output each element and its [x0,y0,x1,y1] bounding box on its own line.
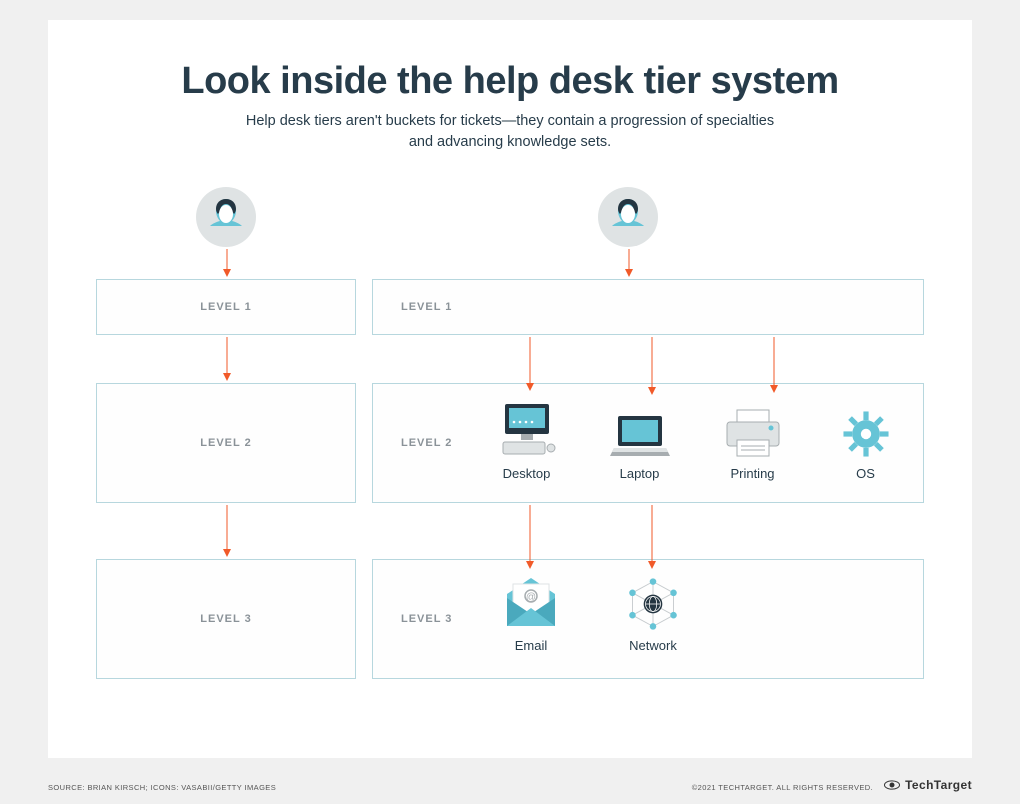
subtitle-line-1: Help desk tiers aren't buckets for ticke… [246,113,774,129]
left-level-3-label: LEVEL 3 [200,613,251,625]
techtarget-logo: TechTarget [883,778,972,792]
arrow-down-icon [526,337,528,391]
page-subtitle: Help desk tiers aren't buckets for ticke… [48,111,972,153]
subtitle-line-2: and advancing knowledge sets. [409,134,611,150]
arrow-down-icon [648,505,650,569]
right-level-2-label: LEVEL 2 [401,437,452,449]
left-level-2-label: LEVEL 2 [200,437,251,449]
network-label: Network [601,638,705,653]
left-level-2-box: LEVEL 2 [96,383,356,503]
desktop-icon [497,400,557,460]
email-label: Email [479,638,583,653]
laptop-icon [610,414,670,460]
right-level-1-label: LEVEL 1 [401,301,452,313]
logo-text: TechTarget [905,778,972,792]
os-label: OS [818,466,913,481]
network-item: Network [601,576,705,653]
diagram-area: LEVEL 1 LEVEL 2 LEVEL 3 LEVEL 1 LEVEL 2 [48,183,972,743]
right-level-3-box: LEVEL 3 @ Email [372,559,924,679]
page-title: Look inside the help desk tier system [48,20,972,103]
right-level-2-box: LEVEL 2 Desktop [372,383,924,503]
right-level-3-label: LEVEL 3 [401,613,452,625]
arrow-down-icon [770,337,772,393]
user-avatar-right [598,187,658,247]
arrow-down-icon [223,249,225,277]
user-avatar-left [196,187,256,247]
level-2-items: Desktop Laptop [479,400,913,481]
arrow-down-icon [526,505,528,569]
footer-source: SOURCE: BRIAN KIRSCH; ICONS: VASABII/GET… [48,783,276,792]
level-3-items: @ Email [479,576,913,653]
arrow-down-icon [223,505,225,557]
email-item: @ Email [479,576,583,653]
eye-icon [883,780,901,790]
printing-label: Printing [705,466,800,481]
arrow-down-icon [223,337,225,381]
printer-icon [723,408,783,460]
network-icon [625,576,681,632]
left-level-3-box: LEVEL 3 [96,559,356,679]
printing-item: Printing [705,408,800,481]
desktop-label: Desktop [479,466,574,481]
right-level-1-box: LEVEL 1 [372,279,924,335]
email-icon: @ [501,576,561,632]
laptop-label: Laptop [592,466,687,481]
diagram-card: Look inside the help desk tier system He… [48,20,972,758]
arrow-down-icon [648,337,650,395]
svg-text:@: @ [526,592,536,603]
desktop-item: Desktop [479,400,574,481]
left-level-1-box: LEVEL 1 [96,279,356,335]
left-level-1-label: LEVEL 1 [200,301,251,313]
gear-icon [840,408,892,460]
footer: SOURCE: BRIAN KIRSCH; ICONS: VASABII/GET… [48,778,972,792]
footer-copyright: ©2021 TECHTARGET. ALL RIGHTS RESERVED. [692,783,873,792]
os-item: OS [818,408,913,481]
arrow-down-icon [625,249,627,277]
laptop-item: Laptop [592,414,687,481]
